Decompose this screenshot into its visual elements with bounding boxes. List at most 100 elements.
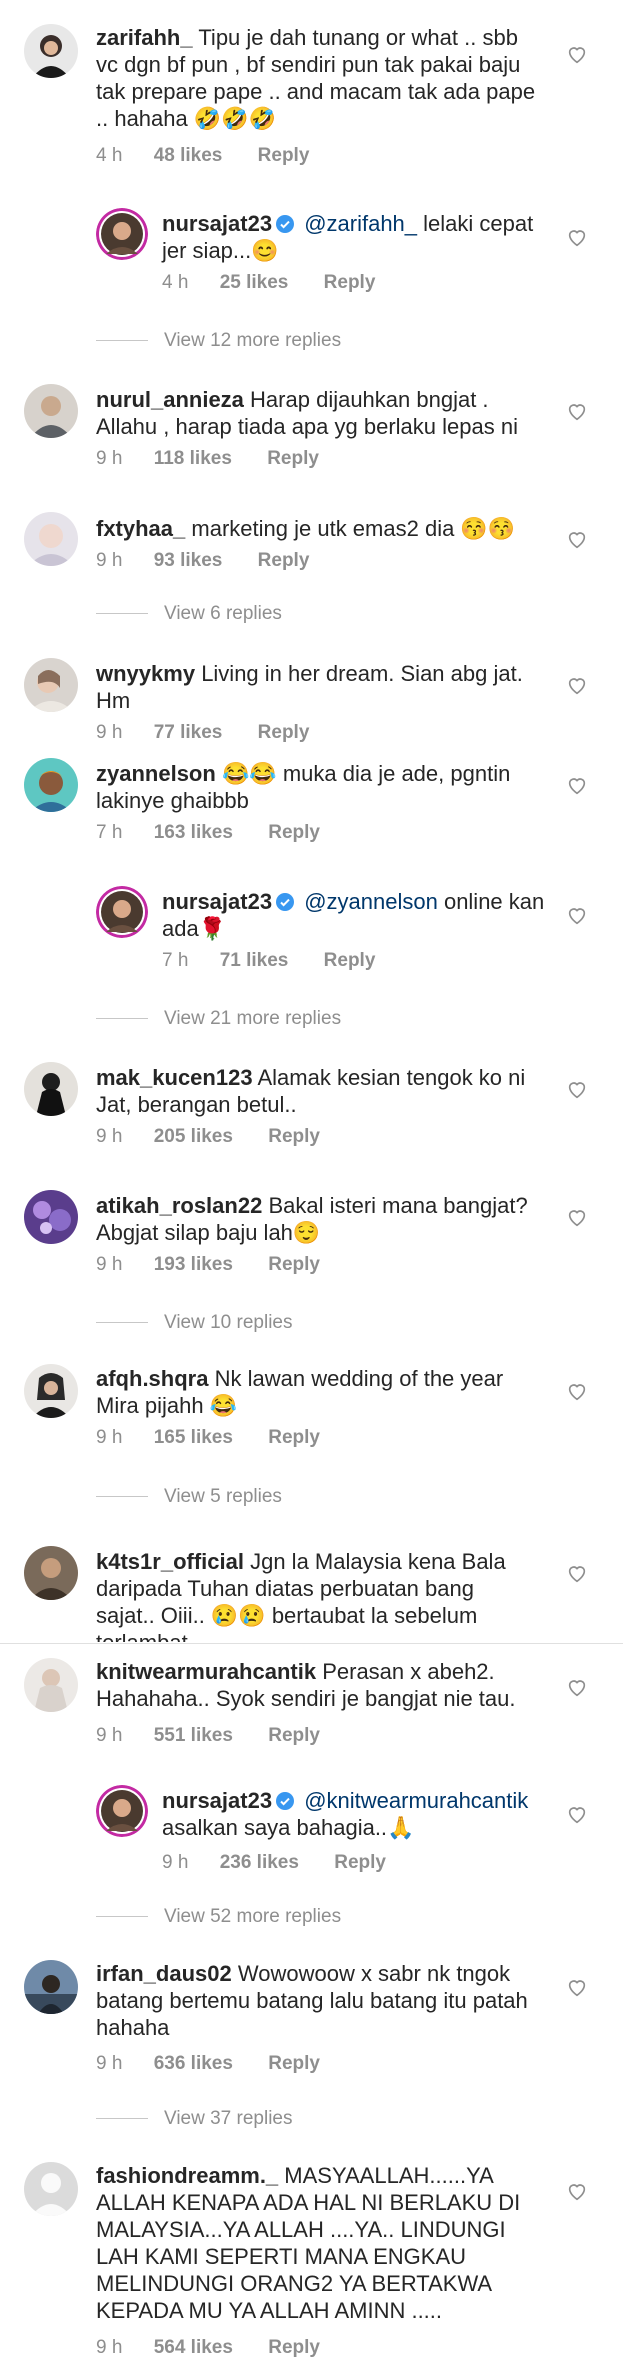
avatar[interactable] <box>24 1960 78 2014</box>
avatar[interactable] <box>24 1190 78 1244</box>
verified-badge-icon <box>276 215 295 233</box>
reply-button[interactable]: Reply <box>334 1852 386 1874</box>
heart-outline-icon[interactable] <box>566 774 588 796</box>
reply-button[interactable]: Reply <box>268 1725 320 1747</box>
comment-meta: 9 h 551 likes Reply <box>96 1725 320 1747</box>
mention-link[interactable]: @zarifahh_ <box>304 211 417 236</box>
thread-line <box>96 1322 148 1324</box>
comment-likes[interactable]: 163 likes <box>154 822 233 844</box>
reply-button[interactable]: Reply <box>268 2337 320 2359</box>
comment-likes[interactable]: 551 likes <box>154 1725 233 1747</box>
comment-likes[interactable]: 48 likes <box>154 145 223 167</box>
comment-username[interactable]: atikah_roslan22 <box>96 1193 262 1218</box>
avatar[interactable] <box>24 1658 78 1712</box>
comment-time: 9 h <box>96 2053 123 2074</box>
comment-meta: 9 h 193 likes Reply <box>96 1254 320 1276</box>
comment-likes[interactable]: 25 likes <box>220 272 289 294</box>
view-replies-button[interactable]: View 10 replies <box>96 1312 293 1334</box>
comment-username[interactable]: nursajat23 <box>162 889 272 914</box>
thread-line <box>96 1018 148 1020</box>
comment-likes[interactable]: 193 likes <box>154 1254 233 1276</box>
avatar[interactable] <box>96 1785 148 1837</box>
reply-button[interactable]: Reply <box>268 1254 320 1276</box>
avatar[interactable] <box>24 512 78 566</box>
heart-outline-icon[interactable] <box>566 1676 588 1698</box>
comment-likes[interactable]: 93 likes <box>154 550 223 572</box>
avatar[interactable] <box>24 384 78 438</box>
comment-username[interactable]: mak_kucen123 <box>96 1065 253 1090</box>
mention-link[interactable]: @zyannelson <box>304 889 438 914</box>
heart-outline-icon[interactable] <box>566 1206 588 1228</box>
reply-button[interactable]: Reply <box>258 722 310 744</box>
heart-outline-icon[interactable] <box>566 1976 588 1998</box>
reply-button[interactable]: Reply <box>258 145 310 167</box>
heart-outline-icon[interactable] <box>566 1562 588 1584</box>
comment-likes[interactable]: 77 likes <box>154 722 223 744</box>
comment-username[interactable]: afqh.shqra <box>96 1366 208 1391</box>
comment-likes[interactable]: 636 likes <box>154 2053 233 2075</box>
comment-likes[interactable]: 118 likes <box>154 448 232 470</box>
avatar[interactable] <box>24 658 78 712</box>
comment-username[interactable]: nursajat23 <box>162 211 272 236</box>
reply-button[interactable]: Reply <box>268 1427 320 1449</box>
reply-button[interactable]: Reply <box>258 550 310 572</box>
comment-time: 9 h <box>96 1254 123 1275</box>
comment-likes[interactable]: 71 likes <box>220 950 289 972</box>
reply-button[interactable]: Reply <box>268 1126 320 1148</box>
heart-outline-icon[interactable] <box>566 528 588 550</box>
comment-username[interactable]: fashiondreamm._ <box>96 2163 278 2188</box>
view-replies-button[interactable]: View 37 replies <box>96 2108 293 2130</box>
comment-username[interactable]: knitwearmurahcantik <box>96 1659 316 1684</box>
comment-username[interactable]: nurul_annieza <box>96 387 244 412</box>
avatar[interactable] <box>24 2162 78 2216</box>
thread-line <box>96 613 148 615</box>
comment-username[interactable]: irfan_daus02 <box>96 1961 232 1986</box>
comment-likes[interactable]: 564 likes <box>154 2337 233 2359</box>
heart-outline-icon[interactable] <box>566 1380 588 1402</box>
comment-time: 9 h <box>96 448 123 469</box>
reply-button[interactable]: Reply <box>268 822 320 844</box>
avatar[interactable] <box>24 1546 78 1600</box>
avatar[interactable] <box>96 208 148 260</box>
comment-username[interactable]: fxtyhaa_ <box>96 516 185 541</box>
heart-outline-icon[interactable] <box>566 43 588 65</box>
heart-outline-icon[interactable] <box>566 226 588 248</box>
avatar[interactable] <box>24 24 78 78</box>
mention-link[interactable]: @knitwearmurahcantik <box>304 1788 528 1813</box>
comment-username[interactable]: k4ts1r_official <box>96 1549 244 1574</box>
avatar[interactable] <box>24 1364 78 1418</box>
heart-outline-icon[interactable] <box>566 400 588 422</box>
reply-button[interactable]: Reply <box>267 448 319 470</box>
heart-outline-icon[interactable] <box>566 904 588 926</box>
heart-outline-icon[interactable] <box>566 674 588 696</box>
comment-username[interactable]: nursajat23 <box>162 1788 272 1813</box>
avatar[interactable] <box>24 758 78 812</box>
view-replies-button[interactable]: View 5 replies <box>96 1486 282 1508</box>
comment-text: k4ts1r_official Jgn la Malaysia kena Bal… <box>96 1548 536 1642</box>
reply-button[interactable]: Reply <box>324 272 376 294</box>
verified-badge-icon <box>276 893 295 911</box>
heart-outline-icon[interactable] <box>566 1078 588 1100</box>
avatar[interactable] <box>24 1062 78 1116</box>
comment-likes[interactable]: 205 likes <box>154 1126 233 1148</box>
comment-meta: 4 h 25 likes Reply <box>162 272 375 294</box>
comment-likes[interactable]: 165 likes <box>154 1427 233 1449</box>
comment-username[interactable]: zarifahh_ <box>96 25 193 50</box>
comment-text: fxtyhaa_ marketing je utk emas2 dia 😚😚 <box>96 515 536 542</box>
view-replies-button[interactable]: View 6 replies <box>96 603 282 625</box>
heart-outline-icon[interactable] <box>566 1803 588 1825</box>
comment-text: knitwearmurahcantik Perasan x abeh2. Hah… <box>96 1658 536 1712</box>
comment-text: atikah_roslan22 Bakal isteri mana bangja… <box>96 1192 536 1246</box>
avatar[interactable] <box>96 886 148 938</box>
comment-time: 9 h <box>96 2337 123 2358</box>
comment-likes[interactable]: 236 likes <box>220 1852 299 1874</box>
comment-username[interactable]: wnyykmy <box>96 661 195 686</box>
comment-item: k4ts1r_official Jgn la Malaysia kena Bal… <box>0 1538 623 1642</box>
view-replies-button[interactable]: View 52 more replies <box>96 1906 341 1928</box>
heart-outline-icon[interactable] <box>566 2180 588 2202</box>
reply-button[interactable]: Reply <box>268 2053 320 2075</box>
reply-button[interactable]: Reply <box>324 950 376 972</box>
comment-username[interactable]: zyannelson <box>96 761 216 786</box>
view-replies-button[interactable]: View 21 more replies <box>96 1008 341 1030</box>
view-replies-button[interactable]: View 12 more replies <box>96 330 341 352</box>
